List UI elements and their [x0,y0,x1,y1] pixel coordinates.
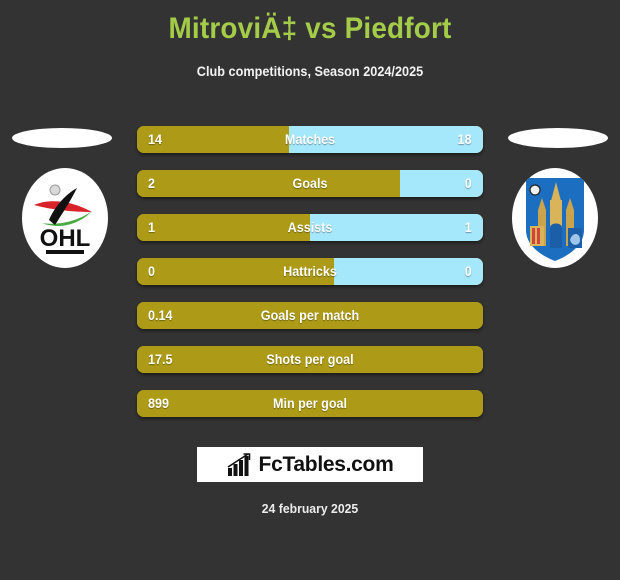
svg-text:OHL: OHL [40,225,91,252]
stat-label: Min per goal [273,396,347,411]
stat-label: Goals [292,176,328,191]
stats-list: 14 Matches 18 2 Goals 0 1 Assists 1 0 Ha… [137,126,483,434]
stat-label: Matches [284,132,336,147]
table-row: 0 Hattricks 0 [137,258,483,285]
table-row: 1 Assists 1 [137,214,483,241]
footer-date: 24 february 2025 [261,501,359,516]
decorative-ellipse-left [12,128,112,148]
leuven-city-crest-icon [515,171,595,265]
ohl-club-crest-icon: OHL [25,171,105,265]
page-title: MitroviÄ‡ vs Piedfort [168,12,452,45]
table-row: 14 Matches 18 [137,126,483,153]
home-team-badge: OHL [22,168,108,268]
stat-label: Hattricks [283,264,337,279]
away-value: 1 [464,219,472,235]
page-subtitle: Club competitions, Season 2024/2025 [196,64,424,79]
stat-label: Goals per match [260,308,360,323]
bar-chart-icon [227,452,250,476]
away-value: 18 [457,131,472,147]
stat-label: Shots per goal [266,352,354,367]
brand-name: FcTables.com [258,452,394,476]
stat-label: Assists [287,220,333,235]
table-row: 899 Min per goal [137,390,483,417]
table-row: 0.14 Goals per match [137,302,483,329]
away-team-badge [512,168,598,268]
decorative-ellipse-right [508,128,608,148]
comparison-infographic: MitroviÄ‡ vs Piedfort Club competitions,… [0,0,620,580]
brand-logo[interactable]: FcTables.com [197,447,423,482]
away-value: 0 [464,263,472,279]
away-value: 0 [464,175,472,191]
table-row: 2 Goals 0 [137,170,483,197]
table-row: 17.5 Shots per goal [137,346,483,373]
